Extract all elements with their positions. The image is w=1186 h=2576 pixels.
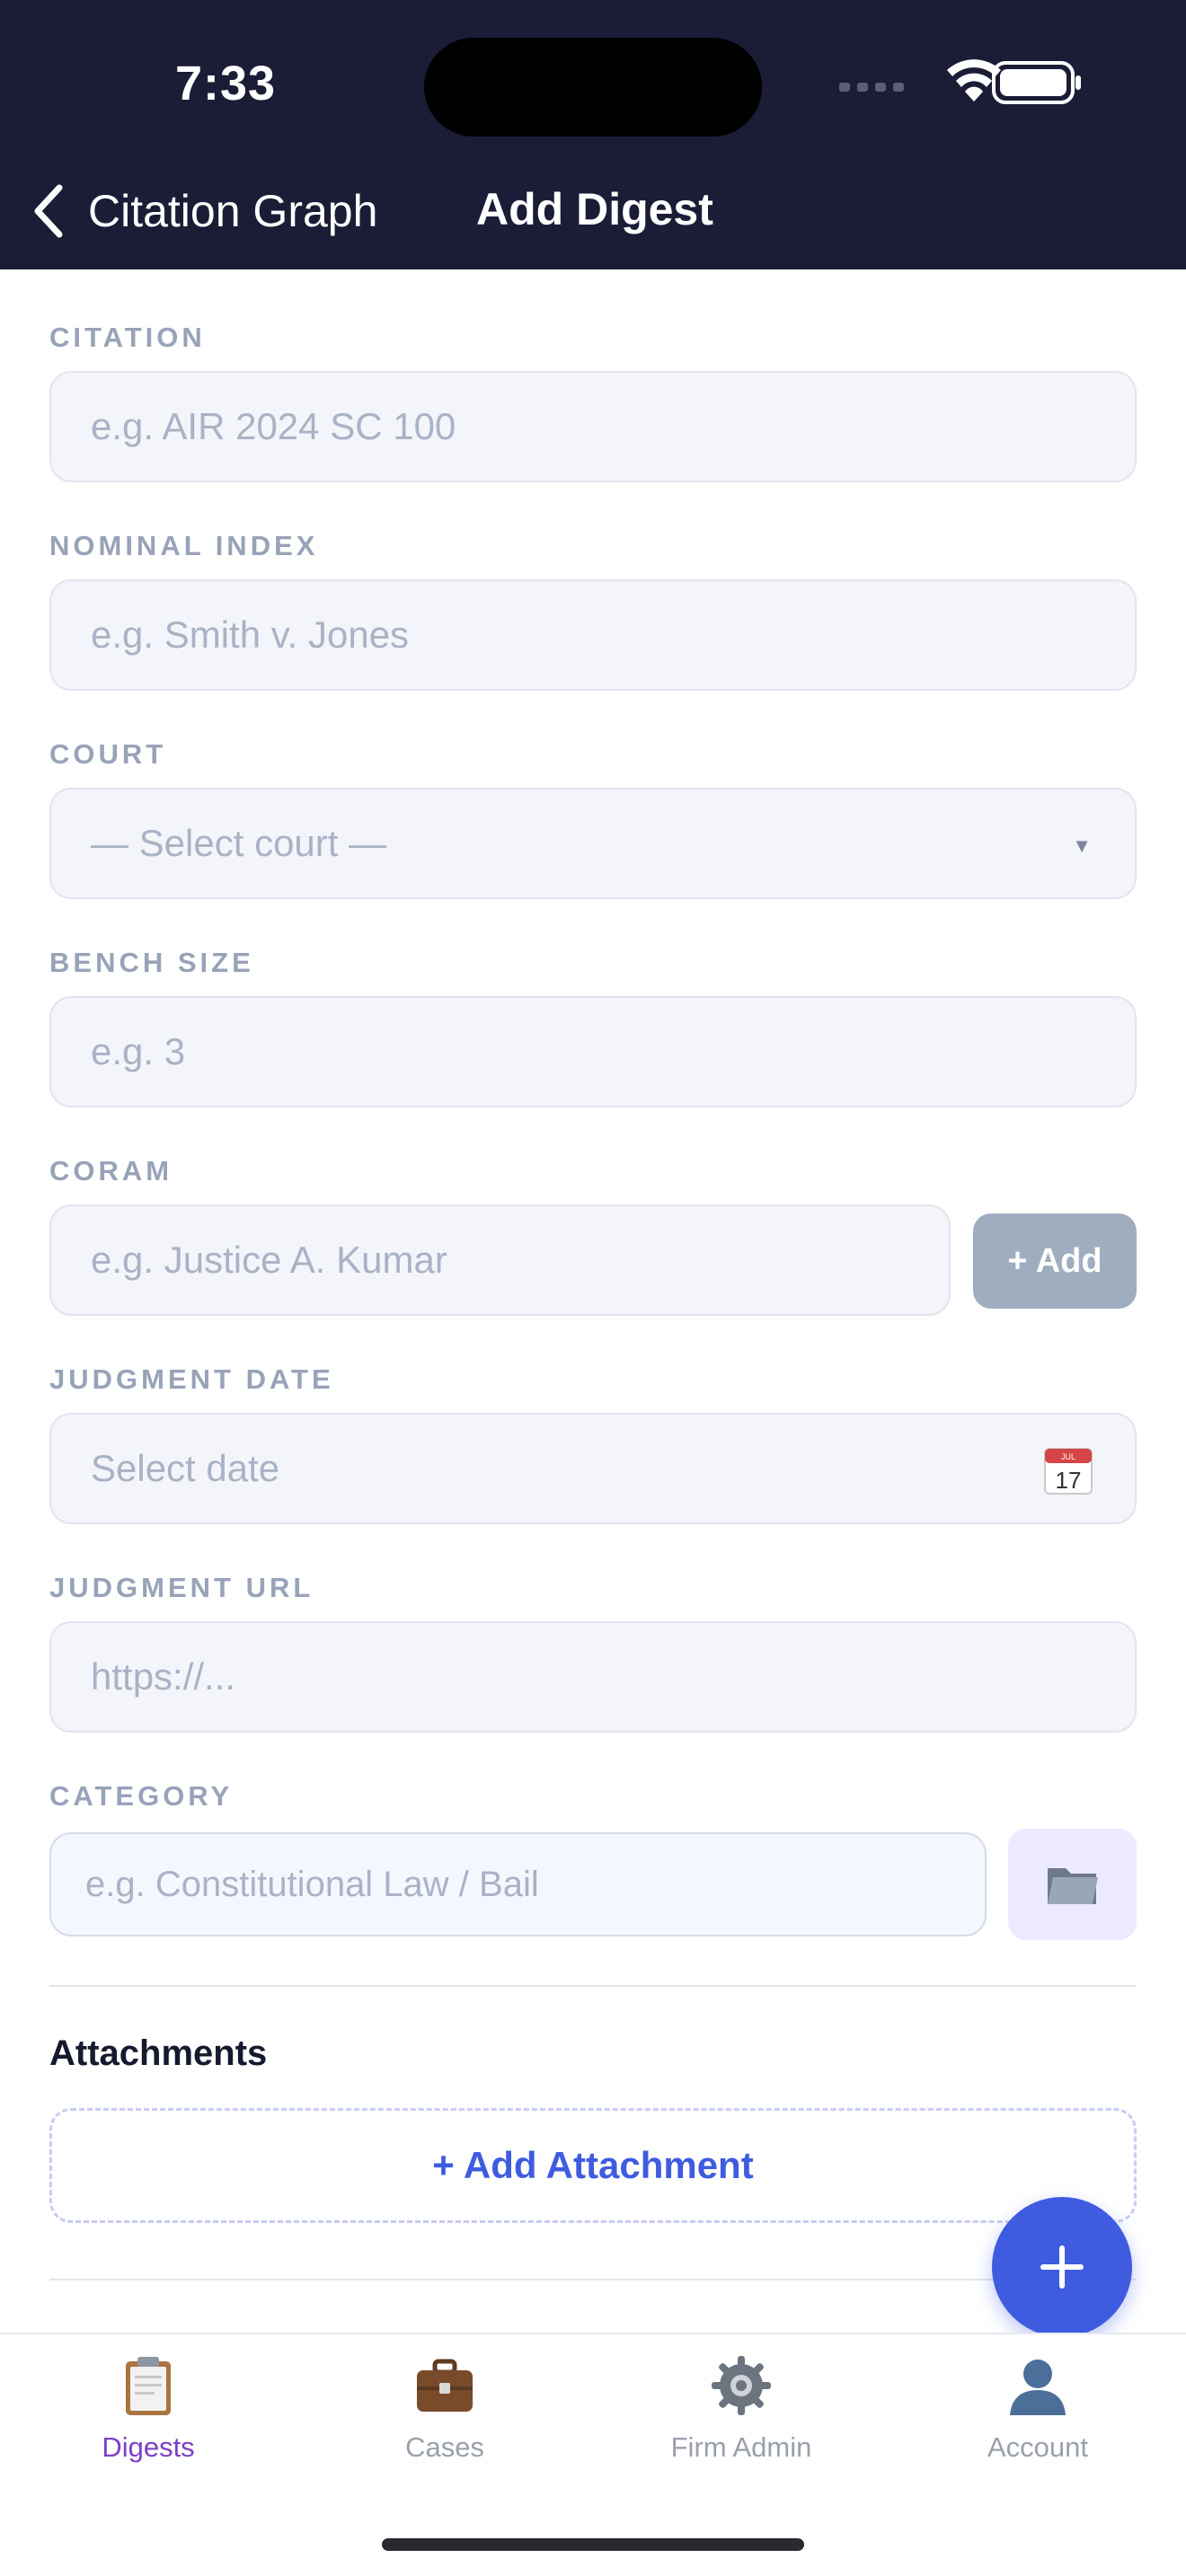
add-fab-button[interactable]: [992, 2197, 1132, 2337]
tab-firm-admin[interactable]: Firm Admin: [593, 2354, 890, 2489]
status-icons: [839, 59, 1081, 104]
coram-placeholder: e.g. Justice A. Kumar: [91, 1239, 447, 1281]
court-label: COURT: [49, 738, 167, 770]
category-input[interactable]: e.g. Constitutional Law / Bail: [49, 1832, 987, 1936]
briefcase-icon: [417, 2359, 473, 2412]
calendar-day: 17: [1056, 1467, 1082, 1494]
coram-input[interactable]: e.g. Justice A. Kumar: [49, 1204, 951, 1316]
tab-label: Digests: [102, 2431, 195, 2463]
section-divider: [49, 1985, 1137, 1987]
dynamic-island: [424, 38, 762, 137]
citation-placeholder: e.g. AIR 2024 SC 100: [91, 405, 456, 447]
judgment-date-placeholder: Select date: [91, 1447, 280, 1489]
calendar-icon: JUL 17: [1044, 1448, 1093, 1495]
citation-label: CITATION: [49, 322, 206, 353]
attachments-title: Attachments: [49, 2033, 268, 2073]
bench-size-input[interactable]: e.g. 3: [49, 996, 1137, 1107]
tab-cases[interactable]: Cases: [296, 2354, 593, 2489]
category-placeholder: e.g. Constitutional Law / Bail: [85, 1864, 539, 1904]
user-silhouette-icon: [1010, 2360, 1066, 2415]
tab-digests[interactable]: Digests: [0, 2354, 296, 2489]
nominal-index-placeholder: e.g. Smith v. Jones: [91, 613, 410, 656]
battery-icon: [992, 61, 1081, 104]
gear-icon: [712, 2356, 771, 2415]
folder-icon: [1047, 1868, 1098, 1904]
bench-size-label: BENCH SIZE: [49, 947, 254, 978]
judgment-url-input[interactable]: https://...: [49, 1621, 1137, 1733]
clipboard-icon: [126, 2357, 171, 2415]
cellular-signal-icon: [839, 83, 904, 92]
bench-size-placeholder: e.g. 3: [91, 1030, 186, 1072]
header: 7:33 Citation Graph Add Digest: [0, 0, 1186, 269]
court-placeholder: — Select court —: [91, 822, 387, 864]
nominal-index-input[interactable]: e.g. Smith v. Jones: [49, 579, 1137, 691]
category-browse-button[interactable]: [1008, 1829, 1137, 1940]
home-indicator: [382, 2538, 804, 2551]
chevron-left-icon: [34, 184, 63, 238]
add-coram-button[interactable]: + Add: [973, 1213, 1137, 1309]
coram-label: CORAM: [49, 1155, 173, 1187]
tab-label: Cases: [405, 2431, 484, 2463]
judgment-date-label: JUDGMENT DATE: [49, 1363, 334, 1395]
judgment-url-placeholder: https://...: [91, 1655, 236, 1698]
section-divider: [49, 2279, 1137, 2280]
tab-label: Account: [987, 2431, 1088, 2463]
category-label: CATEGORY: [49, 1780, 234, 1812]
dropdown-arrow-icon: ▼: [1072, 834, 1092, 857]
judgment-url-label: JUDGMENT URL: [49, 1572, 314, 1603]
page-title: Add Digest: [476, 184, 713, 234]
citation-input[interactable]: e.g. AIR 2024 SC 100: [49, 371, 1137, 482]
back-label: Citation Graph: [88, 186, 378, 236]
status-time: 7:33: [175, 57, 277, 110]
nominal-index-label: NOMINAL INDEX: [49, 530, 319, 561]
calendar-month: JUL: [1061, 1452, 1075, 1461]
tab-account[interactable]: Account: [890, 2354, 1186, 2489]
add-attachment-button[interactable]: + Add Attachment: [49, 2108, 1137, 2223]
tab-label: Firm Admin: [670, 2431, 812, 2463]
back-button[interactable]: Citation Graph: [31, 180, 377, 243]
judgment-date-picker[interactable]: Select date JUL 17: [49, 1413, 1137, 1524]
plus-icon: [1040, 2245, 1084, 2289]
court-select[interactable]: — Select court — ▼: [49, 788, 1137, 899]
